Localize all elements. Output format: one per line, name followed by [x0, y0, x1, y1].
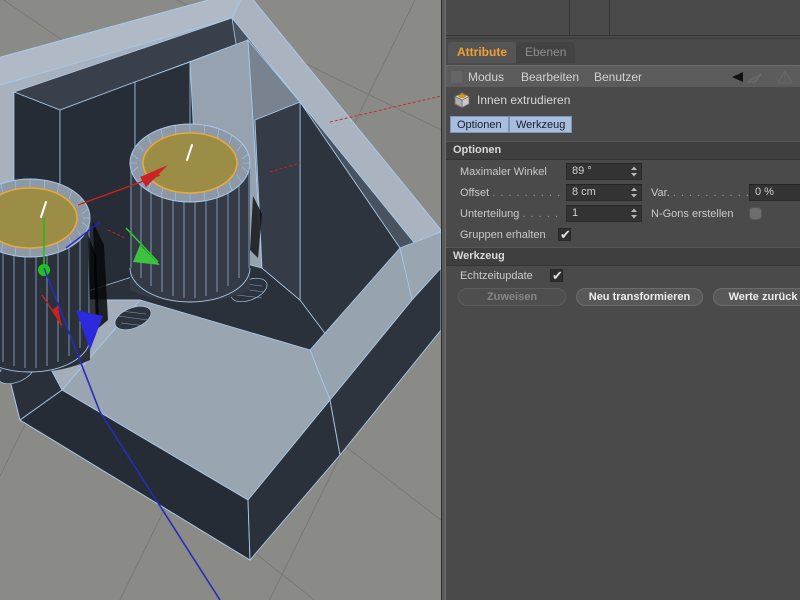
label-var-text: Var. [651, 187, 670, 199]
label-unterteilung-dots: . . . . . [522, 208, 559, 220]
field-unterteilung-value: 1 [572, 206, 578, 221]
object-subtabs: Optionen Werkzeug [446, 113, 800, 137]
label-var: Var. . . . . . . . . . . . [651, 184, 751, 202]
label-offset-text: Offset [460, 187, 489, 199]
field-var[interactable]: 0 % [749, 184, 800, 201]
attribute-manager-panel: Attribute Ebenen Modus Bearbeiten Benutz… [446, 0, 800, 600]
field-var-value: 0 % [755, 185, 774, 200]
checkbox-echtzeitupdate[interactable]: ✔ [550, 269, 563, 282]
spinner-offset[interactable] [630, 187, 638, 198]
label-offset: Offset . . . . . . . . . . . [460, 184, 568, 202]
stub-cell-2 [570, 0, 610, 36]
field-maximaler-winkel-value: 89 ° [572, 164, 592, 179]
checkbox-gruppen-erhalten[interactable]: ✔ [558, 228, 571, 241]
label-maximaler-winkel: Maximaler Winkel [460, 163, 570, 181]
werte-zurueck-button[interactable]: Werte zurück [713, 288, 800, 306]
label-offset-dots: . . . . . . . . . . . [492, 187, 568, 199]
field-offset[interactable]: 8 cm [566, 184, 642, 201]
menu-modus[interactable]: Modus [468, 66, 504, 88]
stub-cell-3 [610, 0, 800, 36]
field-maximaler-winkel[interactable]: 89 ° [566, 163, 642, 180]
label-unterteilung: Unterteilung . . . . . [460, 205, 568, 223]
manager-menubar: Modus Bearbeiten Benutzer [446, 65, 800, 89]
field-unterteilung[interactable]: 1 [566, 205, 642, 222]
checkbox-echtzeitupdate-tick: ✔ [552, 269, 563, 282]
dotted-grip-icon[interactable] [451, 71, 462, 83]
subtab-werkzeug[interactable]: Werkzeug [509, 116, 572, 133]
tab-attribute[interactable]: Attribute [448, 42, 516, 63]
field-offset-value: 8 cm [572, 185, 596, 200]
checkbox-ngons-erstellen[interactable] [749, 207, 762, 220]
top-palette-stub [446, 0, 800, 39]
menu-benutzer[interactable]: Benutzer [594, 66, 642, 88]
object-header: Innen extrudieren [446, 87, 800, 113]
perspective-3d-viewport[interactable] [0, 0, 441, 600]
group-header-optionen-label: Optionen [453, 142, 501, 159]
group-header-werkzeug-label: Werkzeug [453, 248, 505, 265]
zuweisen-button[interactable]: Zuweisen [458, 288, 566, 306]
tab-ebenen[interactable]: Ebenen [516, 42, 575, 63]
label-unterteilung-text: Unterteilung [460, 208, 519, 220]
checkbox-gruppen-erhalten-tick: ✔ [560, 228, 571, 241]
wireframe-triangle-icon[interactable] [746, 68, 764, 86]
label-var-dots: . . . . . . . . . . . [673, 187, 751, 199]
object-title: Innen extrudieren [477, 87, 570, 113]
menu-bearbeiten[interactable]: Bearbeiten [521, 66, 579, 88]
inner-extrude-tool-icon[interactable] [453, 91, 471, 109]
wireframe-cone-icon[interactable] [776, 68, 794, 86]
stub-cell-1 [446, 0, 570, 36]
label-ngons-erstellen: N-Gons erstellen [651, 205, 761, 223]
spinner-maximaler-winkel[interactable] [630, 166, 638, 177]
label-gruppen-erhalten: Gruppen erhalten [460, 226, 570, 244]
group-header-optionen[interactable]: Optionen [446, 141, 800, 160]
spinner-unterteilung[interactable] [630, 208, 638, 219]
manager-tabstrip: Attribute Ebenen [446, 39, 800, 65]
subtab-optionen[interactable]: Optionen [450, 116, 509, 133]
neu-transformieren-button[interactable]: Neu transformieren [576, 288, 703, 306]
viewport-scene [0, 0, 441, 600]
cinema4d-window: Attribute Ebenen Modus Bearbeiten Benutz… [0, 0, 800, 600]
group-header-werkzeug[interactable]: Werkzeug [446, 247, 800, 266]
